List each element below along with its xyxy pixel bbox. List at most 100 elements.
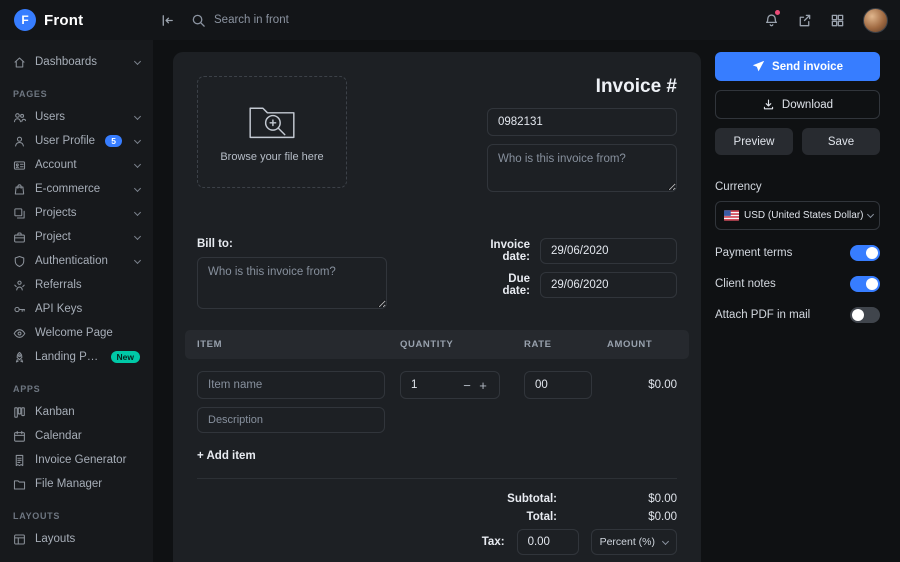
- sidebar-item-api-keys[interactable]: API Keys: [0, 297, 153, 321]
- search-input[interactable]: [214, 14, 424, 26]
- item-row: 1 − + $0.00: [197, 371, 677, 399]
- section-header-layouts: Layouts: [0, 496, 153, 527]
- home-icon: [13, 56, 26, 69]
- preview-button[interactable]: Preview: [715, 128, 793, 155]
- layers-icon: [13, 207, 26, 220]
- brand-logo-icon: F: [14, 9, 36, 31]
- due-date-label: Due date:: [487, 273, 530, 297]
- file-upload-dropzone[interactable]: Browse your file here: [197, 76, 347, 188]
- invoice-number-input[interactable]: [487, 108, 677, 136]
- brand-name: Front: [44, 12, 83, 29]
- count-badge: 5: [105, 135, 122, 147]
- payment-terms-label: Payment terms: [715, 247, 792, 259]
- tax-label: Tax:: [482, 536, 505, 548]
- quantity-stepper[interactable]: 1 − +: [400, 371, 500, 399]
- sidebar-item-label: Layouts: [35, 533, 140, 545]
- attach-pdf-toggle[interactable]: [850, 307, 880, 323]
- invoice-card: Browse your file here Invoice # Bill to:…: [173, 52, 701, 562]
- global-search[interactable]: [191, 13, 424, 28]
- avatar[interactable]: [863, 8, 888, 33]
- sidebar-item-label: File Manager: [35, 478, 140, 490]
- brand[interactable]: F Front: [0, 9, 153, 31]
- payment-terms-row: Payment terms: [715, 245, 880, 261]
- payment-terms-toggle[interactable]: [850, 245, 880, 261]
- client-notes-toggle[interactable]: [850, 276, 880, 292]
- items-table-header: Item Quantity Rate Amount: [185, 330, 689, 359]
- save-button[interactable]: Save: [802, 128, 880, 155]
- sidebar-item-projects[interactable]: Projects: [0, 201, 153, 225]
- shopping-bag-icon: [13, 183, 26, 196]
- client-notes-label: Client notes: [715, 278, 776, 290]
- bill-to-label: Bill to:: [197, 238, 387, 250]
- quantity-value: 1: [411, 379, 459, 391]
- sidebar-item-label: Project: [35, 231, 126, 243]
- key-icon: [13, 303, 26, 316]
- sidebar-item-landing-page[interactable]: Landing Page New: [0, 345, 153, 369]
- sidebar-item-label: Dashboards: [35, 56, 126, 68]
- briefcase-icon: [13, 231, 26, 244]
- download-icon: [762, 98, 775, 111]
- sidebar-collapse-button[interactable]: [153, 6, 181, 34]
- us-flag-icon: [724, 210, 739, 221]
- sidebar: Dashboards Pages Users User Profile 5 Ac…: [0, 40, 153, 562]
- invoice-date-input[interactable]: [540, 238, 677, 264]
- main-content: Browse your file here Invoice # Bill to:…: [153, 40, 900, 562]
- user-icon: [13, 135, 26, 148]
- sidebar-item-layouts[interactable]: Layouts: [0, 527, 153, 551]
- sidebar-item-dashboards[interactable]: Dashboards: [0, 50, 153, 74]
- launch-button[interactable]: [790, 6, 818, 34]
- sidebar-item-ecommerce[interactable]: E-commerce: [0, 177, 153, 201]
- sidebar-item-label: Invoice Generator: [35, 454, 140, 466]
- sidebar-item-users[interactable]: Users: [0, 105, 153, 129]
- sidebar-item-referrals[interactable]: Referrals: [0, 273, 153, 297]
- item-name-input[interactable]: [197, 371, 385, 399]
- receipt-icon: [13, 454, 26, 467]
- description-input[interactable]: [197, 407, 385, 433]
- sidebar-item-calendar[interactable]: Calendar: [0, 424, 153, 448]
- send-invoice-button[interactable]: Send invoice: [715, 52, 880, 81]
- sidebar-item-invoice-generator[interactable]: Invoice Generator: [0, 448, 153, 472]
- launch-icon: [797, 13, 812, 28]
- sidebar-item-file-manager[interactable]: File Manager: [0, 472, 153, 496]
- sidebar-item-authentication[interactable]: Authentication: [0, 249, 153, 273]
- invoice-from-textarea[interactable]: [487, 144, 677, 192]
- currency-select[interactable]: USD (United States Dollar): [715, 201, 880, 230]
- sidebar-item-welcome-page[interactable]: Welcome Page: [0, 321, 153, 345]
- section-header-apps: Apps: [0, 369, 153, 400]
- apps-grid-button[interactable]: [823, 6, 851, 34]
- notifications-button[interactable]: [757, 6, 785, 34]
- amount-value: $0.00: [607, 379, 677, 391]
- column-item: Item: [197, 339, 400, 350]
- quantity-increment-button[interactable]: +: [475, 378, 491, 393]
- quantity-decrement-button[interactable]: −: [459, 378, 475, 393]
- sidebar-item-project[interactable]: Project: [0, 225, 153, 249]
- invoice-date-label: Invoice date:: [487, 239, 530, 263]
- sidebar-item-label: Account: [35, 159, 126, 171]
- add-item-button[interactable]: + Add item: [197, 450, 256, 462]
- due-date-input[interactable]: [540, 272, 677, 298]
- calendar-icon: [13, 430, 26, 443]
- chevron-down-icon: [867, 211, 874, 218]
- tax-input[interactable]: [517, 529, 579, 555]
- sidebar-collapse-icon: [160, 13, 175, 28]
- apps-grid-icon: [830, 13, 845, 28]
- chevron-down-icon: [134, 57, 141, 64]
- sidebar-item-kanban[interactable]: Kanban: [0, 400, 153, 424]
- download-button[interactable]: Download: [715, 90, 880, 119]
- search-icon: [191, 13, 206, 28]
- column-rate: Rate: [524, 339, 607, 350]
- chevron-down-icon: [662, 537, 669, 544]
- sidebar-item-account[interactable]: Account: [0, 153, 153, 177]
- new-badge: New: [111, 351, 140, 363]
- total-label: Total:: [527, 511, 557, 523]
- eye-icon: [13, 327, 26, 340]
- bill-to-textarea[interactable]: [197, 257, 387, 309]
- sidebar-item-label: E-commerce: [35, 183, 126, 195]
- topbar: F Front: [0, 0, 900, 40]
- attach-pdf-label: Attach PDF in mail: [715, 309, 810, 321]
- sidebar-item-user-profile[interactable]: User Profile 5: [0, 129, 153, 153]
- topbar-actions: [757, 6, 900, 34]
- tax-unit-select[interactable]: Percent (%): [591, 529, 677, 555]
- rate-input[interactable]: [524, 371, 592, 399]
- shield-icon: [13, 255, 26, 268]
